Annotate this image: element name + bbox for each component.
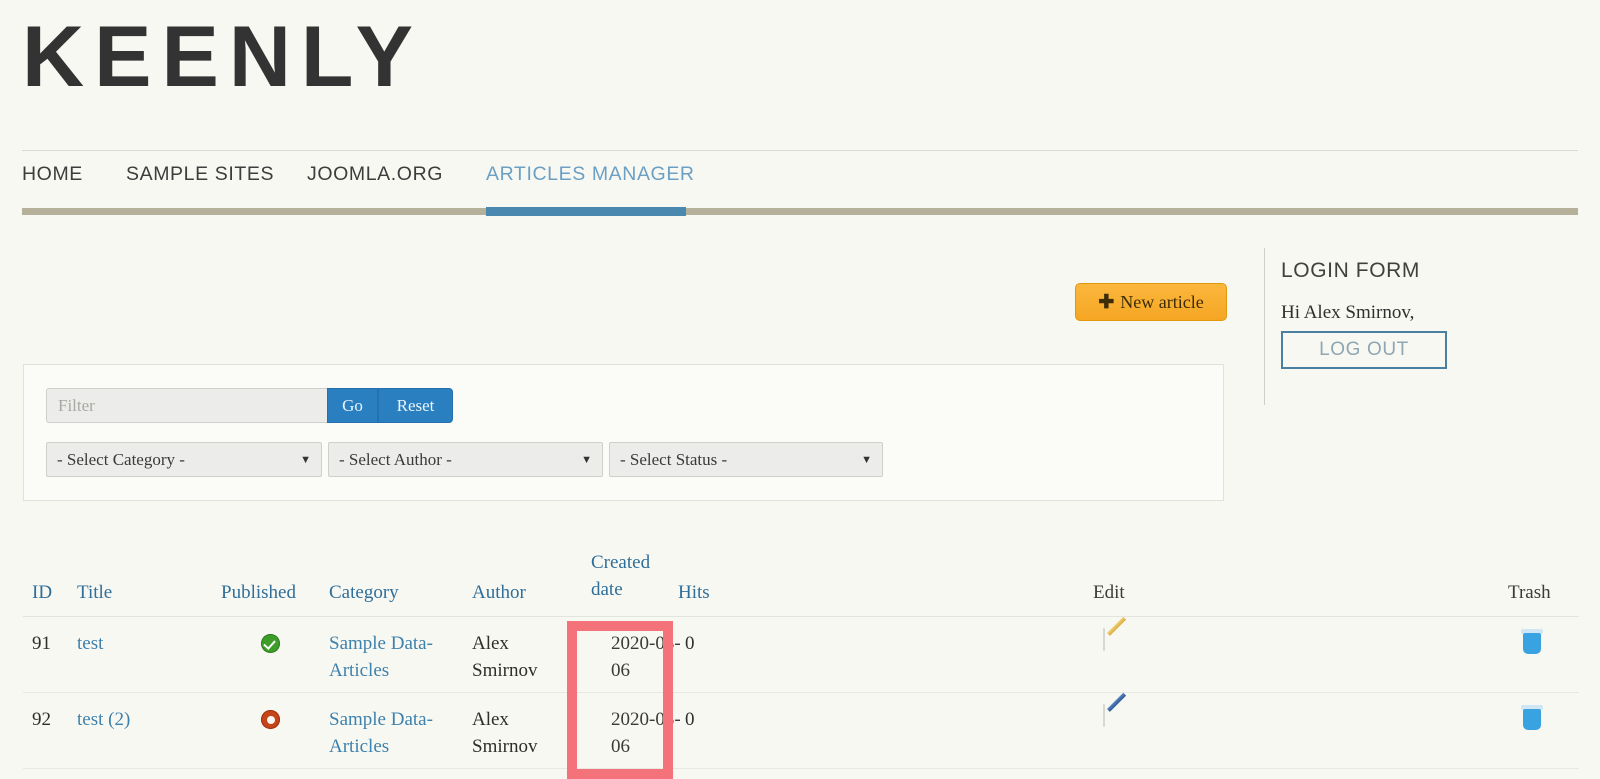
column-header-id[interactable]: ID (32, 582, 52, 604)
new-article-button[interactable]: ✚ New article (1075, 283, 1227, 321)
chevron-down-icon: ▼ (300, 453, 311, 466)
table-header-row: ID Title Published Category Author Creat… (23, 545, 1579, 617)
check-circle-icon[interactable] (261, 634, 280, 653)
plus-icon: ✚ (1098, 291, 1115, 313)
cell-id: 92 (32, 709, 51, 730)
cell-category[interactable]: Sample Data-Articles (329, 631, 441, 685)
nav-underline-base (22, 208, 1578, 215)
nav-top-rule (22, 150, 1578, 151)
created-date-line1: Created (591, 552, 651, 574)
filter-panel: Go Reset - Select Category - ▼ - Select … (23, 364, 1224, 501)
cell-category[interactable]: Sample Data-Articles (329, 707, 441, 761)
column-header-author[interactable]: Author (472, 582, 526, 604)
cell-id: 91 (32, 633, 51, 654)
chevron-down-icon: ▼ (861, 453, 872, 466)
articles-table: ID Title Published Category Author Creat… (23, 545, 1579, 769)
nav-item-sample-sites[interactable]: SAMPLE SITES (126, 163, 274, 186)
nav-item-articles-manager[interactable]: ARTICLES MANAGER (486, 163, 695, 186)
main-navigation: HOME SAMPLE SITES JOOMLA.ORG ARTICLES MA… (22, 163, 1578, 205)
sidebar-divider (1264, 248, 1265, 405)
nav-item-home[interactable]: HOME (22, 163, 83, 186)
author-select[interactable]: - Select Author - ▼ (328, 442, 603, 477)
status-select-value: - Select Status - (620, 449, 728, 469)
new-article-label: New article (1120, 291, 1204, 312)
site-logo: KEENLY (22, 9, 423, 105)
filter-reset-button[interactable]: Reset (378, 388, 453, 423)
pencil-icon[interactable] (1103, 704, 1105, 727)
cell-created-date: 2020-03-06 (611, 709, 681, 757)
filter-search-input[interactable] (46, 388, 327, 423)
chevron-down-icon: ▼ (581, 453, 592, 466)
table-row: 92 test (2) Sample Data-Articles Alex Sm… (23, 693, 1579, 769)
pencil-icon[interactable] (1103, 628, 1105, 651)
cell-edit (1103, 627, 1105, 654)
cell-edit (1103, 703, 1105, 730)
cell-title[interactable]: test (77, 631, 103, 658)
nav-item-joomla-org[interactable]: JOOMLA.ORG (307, 163, 443, 186)
column-header-hits[interactable]: Hits (678, 582, 710, 604)
cell-hits: 0 (685, 633, 695, 654)
logout-button[interactable]: LOG OUT (1281, 331, 1447, 369)
filter-go-button[interactable]: Go (327, 388, 378, 423)
cell-published (261, 634, 280, 653)
column-header-trash: Trash (1508, 582, 1551, 603)
cell-created-date: 2020-03-06 (611, 633, 681, 681)
status-select[interactable]: - Select Status - ▼ (609, 442, 883, 477)
login-form-title: LOGIN FORM (1281, 259, 1421, 282)
category-select[interactable]: - Select Category - ▼ (46, 442, 322, 477)
column-header-created-date[interactable]: Created date (591, 550, 650, 604)
cell-hits: 0 (685, 709, 695, 730)
column-header-title[interactable]: Title (77, 582, 112, 604)
nav-underline-active (486, 207, 686, 216)
created-date-line2: date (591, 579, 623, 601)
column-header-category[interactable]: Category (329, 582, 399, 604)
cell-published (261, 710, 280, 729)
cell-title[interactable]: test (2) (77, 707, 130, 734)
category-select-value: - Select Category - (57, 449, 185, 469)
cell-author: Alex Smirnov (472, 633, 538, 681)
trash-can (1523, 633, 1541, 654)
column-header-edit: Edit (1093, 582, 1125, 603)
login-greeting: Hi Alex Smirnov, (1281, 302, 1415, 323)
table-row: 91 test Sample Data-Articles Alex Smirno… (23, 617, 1579, 693)
author-select-value: - Select Author - (339, 449, 452, 469)
column-header-published[interactable]: Published (221, 582, 296, 604)
trash-can (1523, 709, 1541, 730)
circle-dot-icon[interactable] (261, 710, 280, 729)
cell-author: Alex Smirnov (472, 709, 538, 757)
